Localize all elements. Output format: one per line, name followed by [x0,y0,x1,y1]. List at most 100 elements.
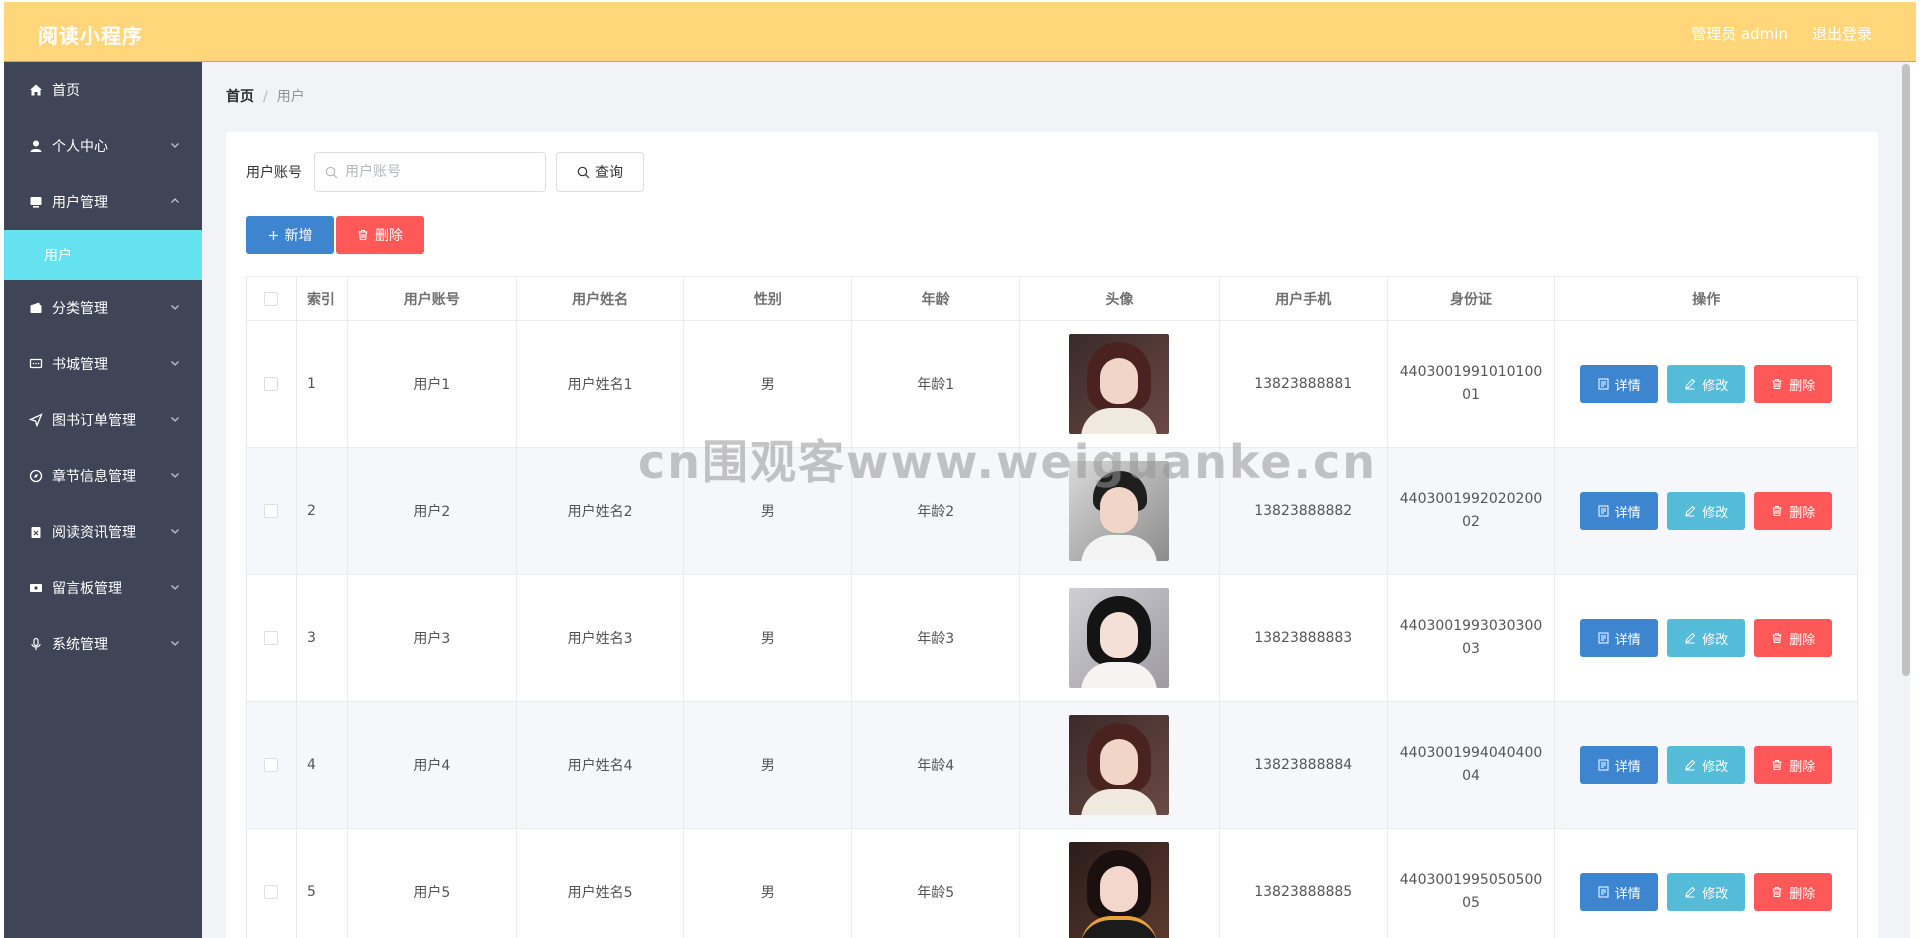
sidebar-item-chapters[interactable]: 章节信息管理 [4,448,202,504]
sidebar-item-label: 个人中心 [52,139,108,155]
delete-label: 删除 [1789,505,1816,521]
document-icon [1598,505,1609,517]
delete-button[interactable]: 删除 [1754,492,1833,530]
chevron-down-icon [171,361,179,366]
row-checkbox[interactable] [264,885,279,899]
edit-button[interactable]: 修改 [1667,746,1746,784]
cell-actions: 详情 修改 删除 [1555,702,1857,828]
logout-link[interactable]: 退出登录 [1812,23,1872,44]
table-row: 3 用户3 用户姓名3 男 年龄3 13823888883 4403001993… [247,575,1857,702]
idcard-text: 440300199505050005 [1399,872,1543,911]
add-button-label: 新增 [284,228,313,244]
chevron-down-icon [171,417,179,422]
header-actions: 操作 [1692,291,1721,308]
idcard-text: 440300199202020002 [1399,491,1543,530]
compass-icon [28,468,44,484]
send-icon [28,412,44,428]
page-scrollbar[interactable] [1902,62,1910,938]
sidebar-item-book-orders[interactable]: 图书订单管理 [4,392,202,448]
cell-phone: 13823888884 [1220,702,1388,828]
sidebar-item-profile[interactable]: 个人中心 [4,118,202,174]
row-check-cell [247,702,297,828]
delete-button[interactable]: 删除 [1754,873,1833,911]
add-button[interactable]: 新增 [246,216,334,254]
sidebar-item-bookstore[interactable]: 书城管理 [4,336,202,392]
edit-button[interactable]: 修改 [1667,619,1746,657]
row-checkbox[interactable] [264,631,279,645]
edit-button[interactable]: 修改 [1667,365,1746,403]
query-button[interactable]: 查询 [556,152,644,192]
cell-actions: 详情 修改 删除 [1555,448,1857,574]
detail-button[interactable]: 详情 [1580,365,1659,403]
edit-label: 修改 [1702,632,1729,648]
chevron-down-icon [171,143,179,148]
chat-icon [28,356,44,372]
detail-label: 详情 [1614,886,1641,902]
cell-phone: 13823888883 [1220,575,1388,701]
cell-index: 5 [297,829,348,938]
cell-avatar [1020,829,1220,938]
cell-account: 用户2 [348,448,517,574]
cell-actions: 详情 修改 删除 [1555,829,1857,938]
search-form: 用户账号 查询 [246,152,644,192]
sidebar-item-user-management[interactable]: 用户管理 [4,174,202,230]
detail-button[interactable]: 详情 [1580,873,1659,911]
breadcrumb: 首页 / 用户 [226,86,305,106]
search-icon [325,166,338,179]
document-icon [1598,886,1609,898]
home-icon [28,82,44,98]
document-icon [1598,378,1609,390]
search-label: 用户账号 [246,165,302,181]
delete-button[interactable]: 删除 [1754,746,1833,784]
cell-phone: 13823888885 [1220,829,1388,938]
breadcrumb-home[interactable]: 首页 [226,89,254,105]
cell-name: 用户姓名5 [517,829,685,938]
sidebar-item-system[interactable]: 系统管理 [4,616,202,672]
trash-icon [1772,759,1782,771]
top-header: 阅读小程序 管理员 admin 退出登录 [4,2,1916,62]
detail-button[interactable]: 详情 [1580,746,1659,784]
pencil-icon [1685,632,1696,644]
sidebar-item-category[interactable]: 分类管理 [4,280,202,336]
delete-button[interactable]: 删除 [1754,619,1833,657]
header-index: 索引 [297,277,348,320]
cell-sex: 男 [684,702,853,828]
sidebar-subitem-user[interactable]: 用户 [4,230,202,280]
row-checkbox[interactable] [264,758,279,772]
bulk-delete-label: 删除 [375,228,403,244]
sidebar-item-message-board[interactable]: 留言板管理 [4,560,202,616]
row-checkbox[interactable] [264,504,279,518]
sidebar-item-label: 阅读资讯管理 [52,525,136,541]
select-all-checkbox[interactable] [264,291,279,306]
row-check-cell [247,448,297,574]
chevron-down-icon [171,305,179,310]
cell-idcard: 440300199101010001 [1388,321,1556,447]
edit-label: 修改 [1702,886,1729,902]
avatar [1069,334,1170,434]
sidebar-item-home[interactable]: 首页 [4,62,202,118]
sidebar-item-label: 留言板管理 [52,581,122,597]
admin-label[interactable]: 管理员 admin [1691,23,1788,44]
action-toolbar: 新增 删除 [246,216,424,254]
search-input[interactable] [315,153,545,191]
main-content: 首页 / 用户 用户账号 查询 新增 [202,62,1902,938]
row-checkbox[interactable] [264,377,279,391]
delete-button[interactable]: 删除 [1754,365,1833,403]
edit-label: 修改 [1702,759,1729,775]
edit-button[interactable]: 修改 [1667,492,1746,530]
sidebar-item-label: 用户管理 [52,195,108,211]
mic-icon [28,636,44,652]
scrollbar-thumb[interactable] [1902,64,1910,676]
sidebar-item-label: 图书订单管理 [52,413,136,429]
sidebar-item-news[interactable]: 阅读资讯管理 [4,504,202,560]
cell-age: 年龄5 [852,829,1021,938]
bulk-delete-button[interactable]: 删除 [336,216,424,254]
edit-button[interactable]: 修改 [1667,873,1746,911]
sidebar-item-label: 系统管理 [52,637,108,653]
cell-idcard: 440300199505050005 [1388,829,1556,938]
delete-label: 删除 [1789,759,1816,775]
detail-button[interactable]: 详情 [1580,619,1659,657]
header-idcard: 身份证 [1388,277,1556,320]
detail-button[interactable]: 详情 [1580,492,1659,530]
pencil-icon [1685,759,1696,771]
